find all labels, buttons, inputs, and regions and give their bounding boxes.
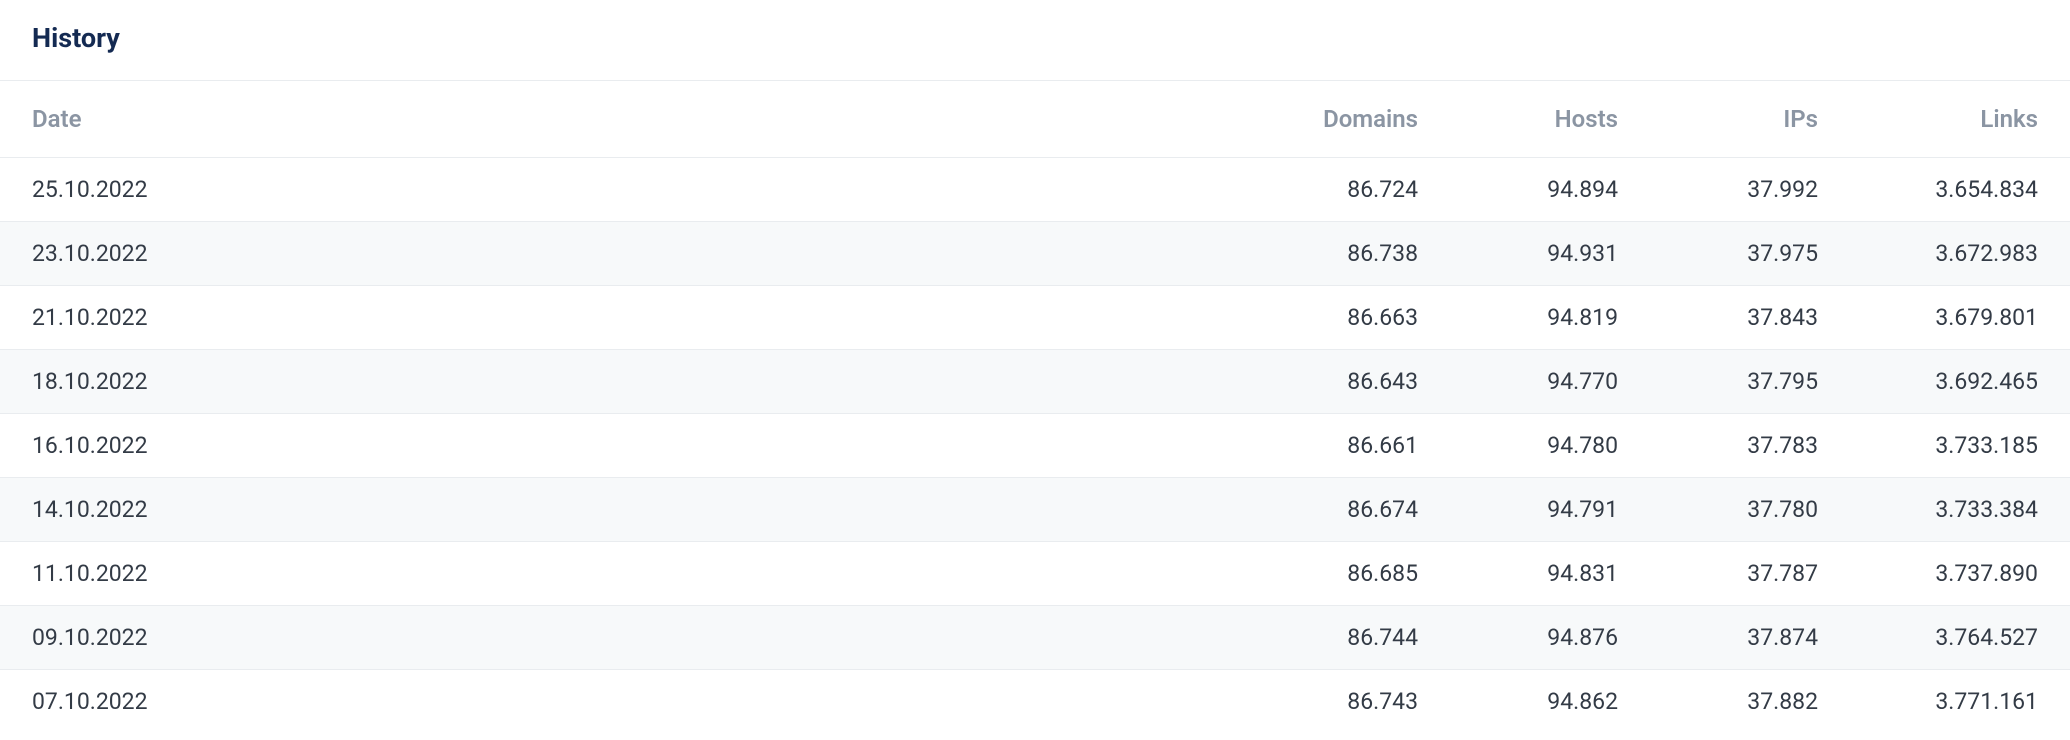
- table-row[interactable]: 14.10.202286.67494.79137.7803.733.384: [0, 478, 2070, 542]
- cell-date: 14.10.2022: [0, 478, 1250, 542]
- cell-domains: 86.643: [1250, 350, 1450, 414]
- cell-ips: 37.975: [1650, 222, 1850, 286]
- cell-date: 23.10.2022: [0, 222, 1250, 286]
- cell-domains: 86.663: [1250, 286, 1450, 350]
- table-row[interactable]: 16.10.202286.66194.78037.7833.733.185: [0, 414, 2070, 478]
- cell-domains: 86.724: [1250, 158, 1450, 222]
- table-row[interactable]: 23.10.202286.73894.93137.9753.672.983: [0, 222, 2070, 286]
- cell-ips: 37.882: [1650, 670, 1850, 734]
- cell-ips: 37.874: [1650, 606, 1850, 670]
- table-header-row: Date Domains Hosts IPs Links: [0, 81, 2070, 158]
- cell-domains: 86.744: [1250, 606, 1450, 670]
- col-header-date[interactable]: Date: [0, 81, 1250, 158]
- cell-domains: 86.738: [1250, 222, 1450, 286]
- table-row[interactable]: 07.10.202286.74394.86237.8823.771.161: [0, 670, 2070, 734]
- cell-hosts: 94.791: [1450, 478, 1650, 542]
- cell-hosts: 94.876: [1450, 606, 1650, 670]
- col-header-links[interactable]: Links: [1850, 81, 2070, 158]
- cell-date: 18.10.2022: [0, 350, 1250, 414]
- cell-links: 3.692.465: [1850, 350, 2070, 414]
- cell-domains: 86.743: [1250, 670, 1450, 734]
- cell-links: 3.771.161: [1850, 670, 2070, 734]
- cell-ips: 37.780: [1650, 478, 1850, 542]
- cell-links: 3.679.801: [1850, 286, 2070, 350]
- cell-links: 3.654.834: [1850, 158, 2070, 222]
- cell-date: 25.10.2022: [0, 158, 1250, 222]
- cell-links: 3.764.527: [1850, 606, 2070, 670]
- cell-links: 3.672.983: [1850, 222, 2070, 286]
- cell-links: 3.733.384: [1850, 478, 2070, 542]
- panel-header: History: [0, 0, 2070, 81]
- col-header-hosts[interactable]: Hosts: [1450, 81, 1650, 158]
- cell-hosts: 94.894: [1450, 158, 1650, 222]
- table-row[interactable]: 09.10.202286.74494.87637.8743.764.527: [0, 606, 2070, 670]
- panel-title: History: [32, 22, 2038, 54]
- cell-ips: 37.795: [1650, 350, 1850, 414]
- cell-date: 09.10.2022: [0, 606, 1250, 670]
- cell-hosts: 94.831: [1450, 542, 1650, 606]
- cell-hosts: 94.819: [1450, 286, 1650, 350]
- cell-date: 07.10.2022: [0, 670, 1250, 734]
- cell-ips: 37.787: [1650, 542, 1850, 606]
- cell-date: 16.10.2022: [0, 414, 1250, 478]
- cell-domains: 86.674: [1250, 478, 1450, 542]
- cell-ips: 37.992: [1650, 158, 1850, 222]
- cell-ips: 37.843: [1650, 286, 1850, 350]
- table-row[interactable]: 21.10.202286.66394.81937.8433.679.801: [0, 286, 2070, 350]
- cell-domains: 86.661: [1250, 414, 1450, 478]
- cell-hosts: 94.780: [1450, 414, 1650, 478]
- cell-hosts: 94.770: [1450, 350, 1650, 414]
- cell-hosts: 94.862: [1450, 670, 1650, 734]
- table-row[interactable]: 11.10.202286.68594.83137.7873.737.890: [0, 542, 2070, 606]
- cell-domains: 86.685: [1250, 542, 1450, 606]
- history-panel: History Date Domains Hosts IPs Links 25.…: [0, 0, 2070, 733]
- history-table: Date Domains Hosts IPs Links 25.10.20228…: [0, 81, 2070, 733]
- cell-links: 3.737.890: [1850, 542, 2070, 606]
- col-header-ips[interactable]: IPs: [1650, 81, 1850, 158]
- table-row[interactable]: 25.10.202286.72494.89437.9923.654.834: [0, 158, 2070, 222]
- table-row[interactable]: 18.10.202286.64394.77037.7953.692.465: [0, 350, 2070, 414]
- cell-date: 11.10.2022: [0, 542, 1250, 606]
- cell-links: 3.733.185: [1850, 414, 2070, 478]
- col-header-domains[interactable]: Domains: [1250, 81, 1450, 158]
- cell-hosts: 94.931: [1450, 222, 1650, 286]
- cell-date: 21.10.2022: [0, 286, 1250, 350]
- cell-ips: 37.783: [1650, 414, 1850, 478]
